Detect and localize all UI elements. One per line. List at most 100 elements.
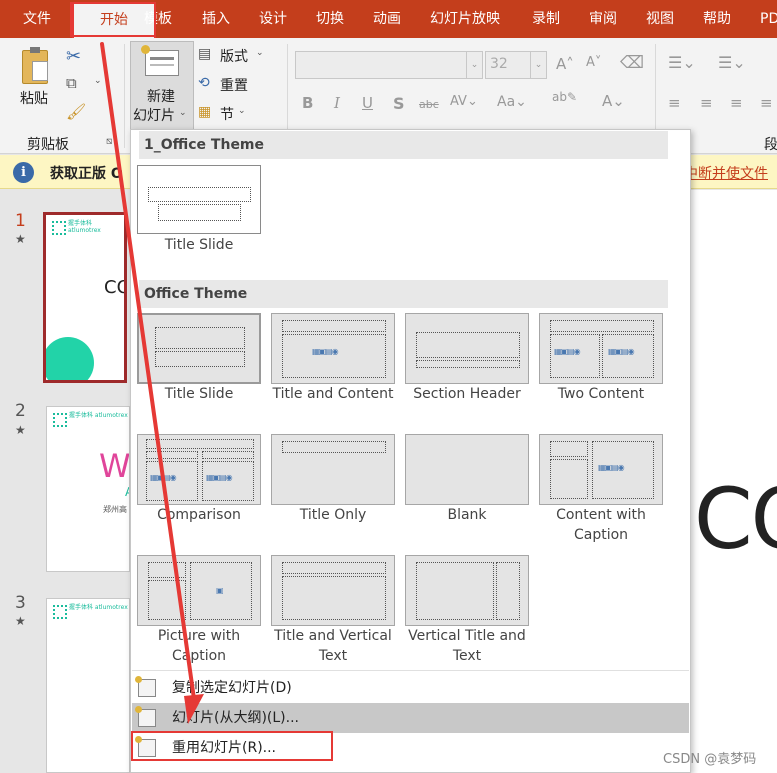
justify-icon[interactable]: ≡ (760, 94, 773, 112)
tab-record[interactable]: 录制 (532, 0, 560, 38)
new-slide-label-line2: 幻灯片 (133, 108, 175, 124)
layout-blank[interactable] (405, 434, 529, 505)
copy-icon[interactable]: ⧉ (66, 74, 77, 92)
tab-transitions[interactable]: 切换 (316, 0, 344, 38)
tab-file[interactable]: 文件 (23, 0, 51, 38)
logo-icon (52, 221, 66, 235)
change-case-icon[interactable]: Aa⌄ (497, 94, 527, 110)
layout-button[interactable]: ▤ 版式 ⌄ (198, 46, 270, 66)
cut-icon[interactable]: ✂ (66, 46, 81, 67)
strikethrough-icon[interactable]: abc (419, 98, 439, 111)
slide-title-text: CO (694, 470, 777, 568)
chevron-down-icon: ⌄ (238, 106, 246, 116)
layout-1office-title-slide[interactable] (137, 165, 261, 234)
watermark: CSDN @袁梦码 (663, 752, 757, 767)
tab-insert[interactable]: 插入 (202, 0, 230, 38)
chevron-down-icon[interactable]: ⌄ (94, 76, 102, 86)
slide-thumbnail-1[interactable]: 握手体科 atlumotrex CO (43, 212, 127, 383)
layout-title-slide[interactable] (137, 313, 261, 384)
decrease-font-icon[interactable]: A˅ (586, 55, 601, 70)
menu-item-label: 复制选定幻灯片(D) (172, 680, 292, 696)
picture-placeholder-icon: ▣ (216, 586, 224, 595)
content-placeholder-icons: ▦▣▤◉ (312, 347, 339, 356)
character-spacing-icon[interactable]: AV⌄ (450, 94, 478, 109)
slide-thumbnail-2[interactable]: 握手体科 atlumotrex W A 郑州高 (46, 406, 130, 572)
reset-button[interactable]: ⟲ 重置 (198, 75, 270, 95)
layout-content-with-caption[interactable]: ▦▣▤◉ (539, 434, 663, 505)
section-header-1-office-theme: 1_Office Theme (139, 131, 668, 159)
thumbnail-caption: 郑州高 (103, 505, 127, 514)
tab-pdf[interactable]: PD (760, 0, 777, 38)
font-size-input[interactable]: 32 ⌄ (485, 51, 547, 79)
format-painter-icon[interactable]: 🖌 (66, 102, 86, 121)
section-button[interactable]: ▦ 节 ⌄ (198, 104, 270, 124)
underline-icon[interactable]: U (362, 94, 373, 112)
duplicate-slides-item[interactable]: 复制选定幻灯片(D) (132, 673, 689, 703)
tab-help[interactable]: 帮助 (703, 0, 731, 38)
content-placeholder-icons: ▦▣▤◉ (206, 473, 233, 482)
info-bar-link[interactable]: 中断并使文件 (684, 163, 768, 183)
align-center-icon[interactable]: ≡ (700, 94, 713, 112)
decorative-circle (46, 337, 94, 380)
numbering-icon[interactable]: ☰⌄ (718, 53, 746, 72)
font-color-icon[interactable]: A⌄ (602, 92, 625, 110)
layout-two-content[interactable]: ▦▣▤◉ ▦▣▤◉ (539, 313, 663, 384)
align-right-icon[interactable]: ≡ (730, 94, 743, 112)
section-label: 节 (220, 107, 234, 123)
new-slide-button[interactable]: 新建 幻灯片 ⌄ (130, 41, 194, 130)
thumbnail-brand: 握手体科 atlumotrex (69, 604, 128, 611)
star-icon: ★ (15, 232, 26, 246)
thumbnail-heading: W (99, 447, 130, 485)
thumbnail-title: CO (104, 277, 124, 298)
bold-icon[interactable]: B (302, 94, 313, 112)
paragraph-group-label: 段 (764, 137, 777, 153)
increase-font-icon[interactable]: A˄ (556, 55, 574, 73)
section-header-office-theme: Office Theme (139, 280, 668, 308)
slide-number: 2 (15, 401, 26, 421)
layout-section-header[interactable] (405, 313, 529, 384)
layout-caption: Vertical Title and Text (408, 628, 526, 664)
tab-animations[interactable]: 动画 (373, 0, 401, 38)
group-divider (124, 44, 125, 148)
clipboard-group-label: 剪贴板 (27, 137, 69, 153)
outline-icon (135, 706, 156, 727)
bullets-icon[interactable]: ☰⌄ (668, 53, 696, 72)
chevron-down-icon: ⌄ (466, 52, 482, 78)
layout-title-and-content[interactable]: ▦▣▤◉ (271, 313, 395, 384)
slides-pane: 1 ★ 握手体科 atlumotrex CO 2 ★ 握手体科 atlumotr… (0, 190, 130, 773)
annotation-highlight-home-tab (70, 2, 156, 37)
slide-thumbnail-3[interactable]: 握手体科 atlumotrex (46, 598, 130, 773)
star-icon: ★ (15, 614, 26, 628)
layout-picture-with-caption[interactable]: ▣ (137, 555, 261, 626)
tab-slideshow[interactable]: 幻灯片放映 (430, 0, 500, 38)
menu-divider (132, 670, 689, 671)
font-size-value: 32 (490, 56, 508, 72)
clear-formatting-icon[interactable]: ⌫ (620, 53, 644, 73)
content-placeholder-icons: ▦▣▤◉ (554, 347, 581, 356)
slides-from-outline-item[interactable]: 幻灯片(从大纲)(L)... (132, 703, 689, 733)
shadow-icon[interactable]: S (393, 94, 405, 113)
layout-title-and-vertical-text[interactable] (271, 555, 395, 626)
font-name-input[interactable]: ⌄ (295, 51, 483, 79)
align-left-icon[interactable]: ≡ (668, 94, 681, 112)
layout-title-only[interactable] (271, 434, 395, 505)
tab-design[interactable]: 设计 (259, 0, 287, 38)
highlight-icon[interactable]: ab✎ (552, 90, 577, 104)
slide-number: 1 (15, 211, 26, 231)
logo-icon (53, 605, 67, 619)
italic-icon[interactable]: I (334, 94, 340, 112)
section-icon: ▦ (198, 104, 212, 120)
info-icon: i (13, 162, 34, 183)
new-slide-label-line1: 新建 (147, 89, 175, 105)
layout-comparison[interactable]: ▦▣▤◉ ▦▣▤◉ (137, 434, 261, 505)
layout-vertical-title-and-text[interactable] (405, 555, 529, 626)
thumbnail-brand: 握手体科 atlumotrex (69, 412, 128, 419)
tab-review[interactable]: 审阅 (589, 0, 617, 38)
powerpoint-window: 文件 开始 模板 插入 设计 切换 动画 幻灯片放映 录制 审阅 视图 帮助 P… (0, 0, 777, 773)
tab-view[interactable]: 视图 (646, 0, 674, 38)
dialog-launcher-icon[interactable]: ⧅ (106, 136, 112, 147)
duplicate-slide-icon (135, 676, 156, 697)
paste-button[interactable]: 粘贴 (14, 46, 58, 116)
layout-icon: ▤ (198, 46, 212, 62)
menu-item-label: 幻灯片(从大纲)(L)... (172, 710, 299, 726)
